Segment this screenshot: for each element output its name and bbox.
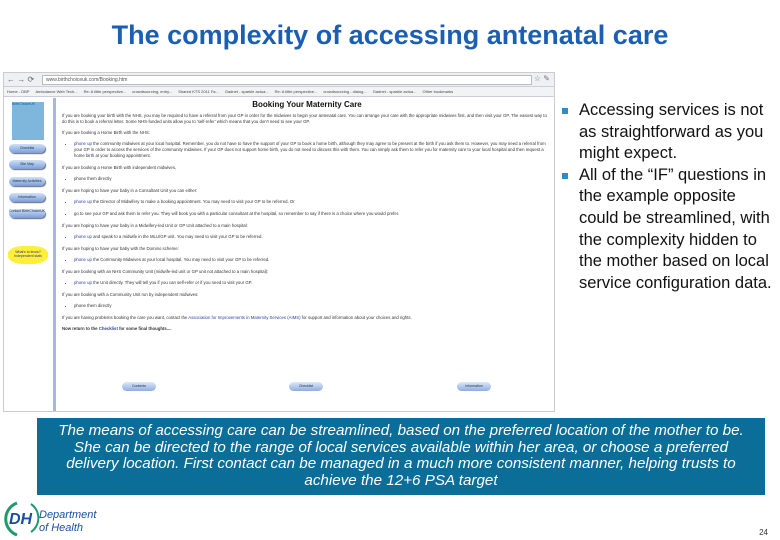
section-list: phone them directly xyxy=(62,176,552,182)
bookmark-item[interactable]: Re: A little perspective... xyxy=(275,89,318,94)
site-logo[interactable]: BirthChoiceUK xyxy=(12,102,44,140)
bullet-item: Accessing services is not as straightfor… xyxy=(562,100,777,165)
bookmark-item[interactable]: Re: A little perspective... xyxy=(84,89,127,94)
starburst-badge[interactable]: What's to know? Independent stats xyxy=(8,246,48,264)
section-lead: If you are hoping to have your baby with… xyxy=(62,246,179,251)
aims-link[interactable]: Association for Improvements in Maternit… xyxy=(188,315,300,320)
svg-text:DH: DH xyxy=(9,511,33,528)
bookmark-item[interactable]: Other bookmarks xyxy=(423,89,454,94)
svg-text:Department: Department xyxy=(39,509,97,521)
checklist-button[interactable]: Checklist xyxy=(289,382,323,391)
page-heading: Booking Your Maternity Care xyxy=(252,100,362,109)
bookmark-item[interactable]: Ambulance Web Tech... xyxy=(35,89,77,94)
problems-text: If you are having problems booking the c… xyxy=(62,315,552,321)
page-content: Booking Your Maternity Care If you are b… xyxy=(62,99,552,337)
section-lead: If you are booking a Home Birth with the… xyxy=(62,130,150,135)
address-bar: ← → ⟳ www.birthchoiceuk.com/Booking.htm … xyxy=(4,73,554,87)
sidebar-information[interactable]: Information xyxy=(9,193,45,202)
item-text: phone them directly xyxy=(74,303,112,308)
sidebar-checklist[interactable]: Checklist xyxy=(9,144,45,153)
list-item: phone up the Director of Midwifery to ma… xyxy=(74,199,552,205)
item-text: the Community Midwives at your local hos… xyxy=(91,257,270,262)
information-button[interactable]: Information xyxy=(457,382,491,391)
return-pre: Now return to the xyxy=(62,326,99,331)
problems-post: for support and information about your c… xyxy=(300,315,412,320)
list-item: phone them directly xyxy=(74,303,552,309)
item-text: the Unit directly. They will tell you if… xyxy=(91,280,253,285)
section-lead: If you are booking a Home Birth with ind… xyxy=(62,165,177,170)
section-lead: If you are booking with a Community Unit… xyxy=(62,292,199,297)
bookmark-item[interactable]: crowdsourcing - dialog... xyxy=(323,89,366,94)
sidebar-maternity-activities[interactable]: Maternity Activities xyxy=(9,177,45,186)
nav-icons: ← → ⟳ xyxy=(7,75,35,84)
section-list: phone up the Director of Midwifery to ma… xyxy=(62,199,552,217)
return-post: for some final thoughts.... xyxy=(117,326,172,331)
item-text: phone them directly xyxy=(74,176,112,181)
checklist-link[interactable]: Checklist xyxy=(99,326,118,331)
list-item: phone up the Community Midwives at your … xyxy=(74,257,552,263)
problems-pre: If you are having problems booking the c… xyxy=(62,315,189,320)
section-lead: If you are hoping to have your baby in a… xyxy=(62,188,198,193)
page-number: 24 xyxy=(759,528,768,537)
phone-up-link[interactable]: phone up xyxy=(74,141,92,146)
intro-text: If you are booking your birth with the N… xyxy=(62,113,547,124)
summary-banner: The means of accessing care can be strea… xyxy=(37,418,765,495)
item-text: go to see your GP and ask them to refer … xyxy=(74,211,400,216)
item-text: the Director of Midwifery to make a book… xyxy=(91,199,295,204)
item-text: and speak to a midwife in the MLU/GP uni… xyxy=(91,234,263,239)
sidebar-site-map[interactable]: Site Map xyxy=(9,160,45,169)
list-item: phone up the community midwives at your … xyxy=(74,141,552,159)
section-list: phone up and speak to a midwife in the M… xyxy=(62,234,552,240)
section-list: phone up the Unit directly. They will te… xyxy=(62,280,552,286)
item-text: the community midwives at your local hos… xyxy=(74,141,546,158)
bottom-buttons: Contents Checklist Information xyxy=(62,382,552,392)
list-item: go to see your GP and ask them to refer … xyxy=(74,211,552,217)
bookmarks-bar: Home - DBP Ambulance Web Tech... Re: A lit… xyxy=(4,87,554,97)
bullet-item: All of the “IF” questions in the example… xyxy=(562,165,777,295)
phone-up-link[interactable]: phone up xyxy=(74,280,92,285)
svg-text:of Health: of Health xyxy=(39,522,83,534)
bookmark-item[interactable]: crowdsourcing, entry... xyxy=(132,89,172,94)
list-item: phone up the Unit directly. They will te… xyxy=(74,280,552,286)
phone-up-link[interactable]: phone up xyxy=(74,257,92,262)
url-field[interactable]: www.birthchoiceuk.com/Booking.htm xyxy=(42,75,532,85)
phone-up-link[interactable]: phone up xyxy=(74,234,92,239)
sidebar-contact[interactable]: Contact BirthChoiceUK xyxy=(9,209,45,218)
star-icon[interactable]: ☆ ✎ xyxy=(534,74,550,83)
bookmark-item[interactable]: Shared KTS 2011 Fa... xyxy=(178,89,219,94)
bullet-list: Accessing services is not as straightfor… xyxy=(562,100,777,294)
bookmark-item[interactable]: Gadnet - sparkle actua... xyxy=(373,89,417,94)
list-item: phone them directly xyxy=(74,176,552,182)
section-list: phone them directly xyxy=(62,303,552,309)
dh-logo: DH Department of Health xyxy=(4,501,97,536)
return-text: Now return to the Checklist for some fin… xyxy=(62,326,552,332)
bookmark-item[interactable]: Gadnet - sparkle actua... xyxy=(225,89,269,94)
bookmark-item[interactable]: Home - DBP xyxy=(7,89,29,94)
phone-up-link[interactable]: phone up xyxy=(74,199,92,204)
list-item: phone up and speak to a midwife in the M… xyxy=(74,234,552,240)
contents-button[interactable]: Contents xyxy=(122,382,156,391)
section-list: phone up the community midwives at your … xyxy=(62,141,552,159)
browser-screenshot: ← → ⟳ www.birthchoiceuk.com/Booking.htm … xyxy=(3,72,555,412)
section-lead: If you are booking with an NHS Community… xyxy=(62,269,269,274)
section-list: phone up the Community Midwives at your … xyxy=(62,257,552,263)
site-sidebar: BirthChoiceUK Checklist Site Map Materni… xyxy=(4,98,56,411)
slide-title: The complexity of accessing antenatal ca… xyxy=(111,20,669,50)
section-lead: If you are hoping to have your baby in a… xyxy=(62,223,248,228)
